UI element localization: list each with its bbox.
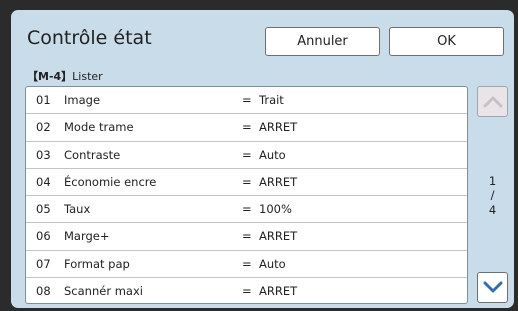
item-name: Format pap <box>64 256 130 271</box>
list-item: 06 Marge+ = ARRET <box>26 223 467 251</box>
screen: Contrôle état Annuler OK 【M-4】Lister 01 … <box>0 0 518 311</box>
item-number: 06 <box>36 229 51 244</box>
equals-sign: = <box>242 229 252 244</box>
item-name: Marge+ <box>64 229 110 244</box>
scroll-down-button[interactable] <box>477 272 508 303</box>
current-page: 1 <box>488 174 497 188</box>
item-value: ARRET <box>259 174 298 189</box>
equals-sign: = <box>242 256 252 271</box>
settings-list: 01 Image = Trait 02 Mode trame = ARRET 0… <box>25 86 468 304</box>
item-number: 07 <box>36 256 51 271</box>
ok-button[interactable]: OK <box>389 27 504 56</box>
item-number: 05 <box>36 202 51 217</box>
list-item: 01 Image = Trait <box>26 87 467 115</box>
page-separator: / <box>490 188 495 203</box>
mode-code: 【M-4】 <box>27 70 73 83</box>
item-value: 100% <box>259 202 292 217</box>
item-value: Trait <box>259 93 284 108</box>
list-item: 02 Mode trame = ARRET <box>26 114 467 142</box>
cancel-button[interactable]: Annuler <box>265 27 380 56</box>
item-value: ARRET <box>259 120 298 135</box>
section-heading: 【M-4】Lister <box>27 68 103 84</box>
item-value: Auto <box>259 147 286 162</box>
list-item: 05 Taux = 100% <box>26 196 467 224</box>
total-pages: 4 <box>488 202 497 217</box>
equals-sign: = <box>242 174 252 189</box>
equals-sign: = <box>242 147 252 162</box>
list-item: 04 Économie encre = ARRET <box>26 169 467 196</box>
item-number: 08 <box>36 284 51 299</box>
scroll-up-button[interactable] <box>477 86 508 117</box>
item-number: 01 <box>36 93 51 108</box>
equals-sign: = <box>242 284 252 299</box>
section-label: Lister <box>72 70 103 83</box>
list-item: 08 Scannér maxi = ARRET <box>26 278 467 303</box>
item-number: 02 <box>36 120 51 135</box>
page-title: Contrôle état <box>27 27 152 49</box>
equals-sign: = <box>242 202 252 217</box>
equals-sign: = <box>242 93 252 108</box>
item-name: Scannér maxi <box>64 284 143 299</box>
item-name: Mode trame <box>64 120 134 135</box>
item-value: ARRET <box>259 284 298 299</box>
list-item: 07 Format pap = Auto <box>26 251 467 278</box>
item-name: Contraste <box>64 147 121 162</box>
item-value: ARRET <box>259 229 298 244</box>
item-name: Image <box>64 93 101 108</box>
list-item: 03 Contraste = Auto <box>26 142 467 169</box>
item-name: Taux <box>64 202 91 217</box>
item-name: Économie encre <box>64 174 157 189</box>
item-number: 04 <box>36 174 51 189</box>
chevron-down-icon <box>483 281 502 293</box>
item-value: Auto <box>259 256 286 271</box>
page-indicator: 1 / 4 <box>477 174 508 217</box>
item-number: 03 <box>36 147 51 162</box>
status-check-panel: Contrôle état Annuler OK 【M-4】Lister 01 … <box>11 10 514 308</box>
chevron-up-icon <box>483 96 502 108</box>
equals-sign: = <box>242 120 252 135</box>
